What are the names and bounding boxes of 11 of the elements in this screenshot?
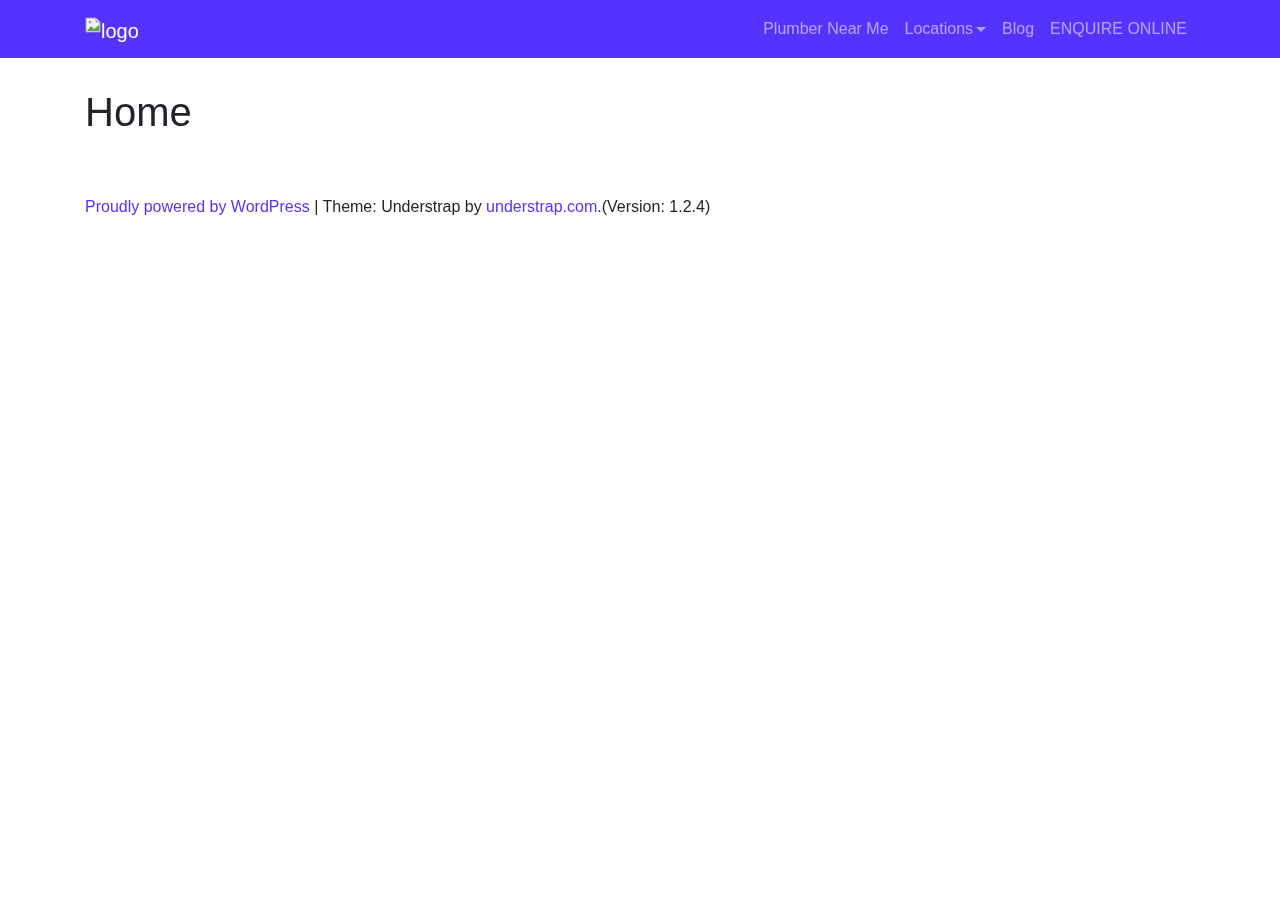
logo-link[interactable]: logo: [85, 20, 139, 41]
caret-icon: [976, 27, 987, 32]
nav-link[interactable]: Blog: [994, 9, 1043, 49]
page-title: Home: [85, 89, 193, 136]
footer-link[interactable]: understrap.com: [486, 198, 598, 215]
site-info-text: Proudly powered by WordPress | Theme: Understrap by understrap.com.(Version: 1.2.4): [85, 197, 712, 217]
footer-link[interactable]: Proudly powered by WordPress: [85, 198, 310, 215]
broken-image-icon: [85, 16, 101, 33]
nav-link[interactable]: Plumber Near Me: [755, 9, 897, 49]
nav-link[interactable]: ENQUIRE ONLINE: [1042, 9, 1195, 49]
nav-dropdown-link[interactable]: Locations: [896, 9, 995, 49]
